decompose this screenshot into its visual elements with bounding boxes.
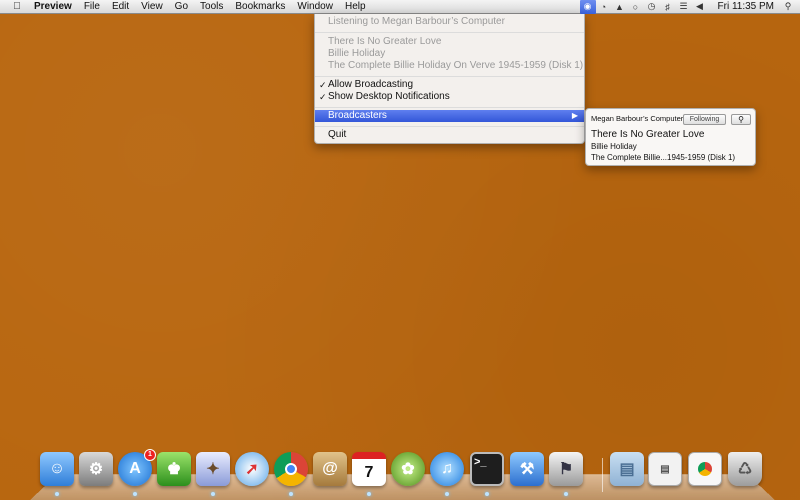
chrome-window-stack-icon[interactable] [688,452,722,486]
system-preferences-icon[interactable]: ⚙ [79,452,113,486]
terminal-icon[interactable]: >_ [470,452,504,486]
menu-now-playing-album: The Complete Billie Holiday On Verve 194… [328,60,584,71]
menu-quit[interactable]: Quit [315,129,584,141]
menu-window[interactable]: Window [291,0,339,14]
broadcaster-artist: Billie Holiday [591,142,637,151]
clock-sync-icon[interactable]: ◔ [596,0,612,14]
status-icons: ◉ ◔ ▲ ○ ◷ ♯ ☰ ◀ [579,0,708,14]
menu-bookmarks[interactable]: Bookmarks [229,0,291,14]
hops-app-icon[interactable]: ✿ [391,452,425,486]
calendar-icon[interactable]: 7 [352,452,386,486]
documents-folder-icon[interactable]: ▤ [610,452,644,486]
submenu-arrow-icon: ▶ [571,111,578,120]
time-machine-icon[interactable]: ◷ [644,0,660,14]
menu-help[interactable]: Help [339,0,372,14]
menu-broadcasters[interactable]: Broadcasters ▶ [315,110,584,122]
menu-show-notifications[interactable]: ✓ Show Desktop Notifications [315,91,584,103]
menu-now-playing-song: There Is No Greater Love [328,36,442,47]
menu-now-playing-artist: Billie Holiday [328,48,386,59]
broadcast-menu: Listening to Megan Barbour’s Computer Th… [314,14,585,144]
app-store-icon[interactable]: A 1 [118,449,156,486]
menu-separator [315,76,584,77]
xcode-icon[interactable]: ⚒ [510,452,544,486]
menu-file[interactable]: File [78,0,106,14]
running-indicator [485,492,489,496]
safari-icon[interactable]: ➚ [235,452,269,486]
menu-separator [315,126,584,127]
circle-icon[interactable]: ○ [628,0,644,14]
menu-clock[interactable]: Fri 11:35 PM [712,1,781,12]
app-store-badge: 1 [144,449,156,461]
apple-icon[interactable]:  [6,1,28,12]
search-icon[interactable]: ⚲ [731,114,751,125]
itunes-icon[interactable]: ♫ [430,452,464,486]
broadcaster-song: There Is No Greater Love [591,129,705,140]
menu-edit[interactable]: Edit [106,0,135,14]
mail-stamp-icon[interactable]: ✦ [196,452,230,486]
dock-separator [602,458,603,492]
running-indicator [564,492,568,496]
green-app-icon[interactable]: ♚ [157,452,191,486]
shield-icon[interactable]: ▲ [612,0,628,14]
trash-icon[interactable]: ♺ [728,452,762,486]
broadcasters-submenu: Megan Barbour’s Computer Following ⚲ The… [585,108,756,166]
running-indicator [445,492,449,496]
finder-icon[interactable]: ☺ [40,452,74,486]
checkmark-icon: ✓ [319,92,327,102]
menu-view[interactable]: View [135,0,169,14]
wifi-icon[interactable]: ☰ [676,0,692,14]
menu-allow-broadcasting[interactable]: ✓ Allow Broadcasting [315,79,584,91]
menu-broadcasters-label: Broadcasters [328,110,387,121]
running-indicator [289,492,293,496]
broadcast-icon[interactable]: ◉ [579,0,596,14]
chrome-icon[interactable] [274,452,308,486]
address-book-icon[interactable]: @ [313,452,347,486]
menu-listening-header: Listening to Megan Barbour’s Computer [328,16,505,27]
menu-go[interactable]: Go [169,0,194,14]
running-indicator [133,492,137,496]
broadcaster-album: The Complete Billie...1945-1959 (Disk 1) [591,153,736,162]
checkmark-icon: ✓ [319,80,327,90]
calendar-day: 7 [364,463,374,481]
running-indicator [55,492,59,496]
menu-separator [315,107,584,108]
bluetooth-icon[interactable]: ♯ [660,0,676,14]
dock: ☺ ⚙ A 1 ♚ ✦ ➚ @ 7 ✿ ♫ >_ ⚒ ⚑ ▤ ▤ ♺ [0,448,800,500]
spotlight-search-icon[interactable]: ⚲ [780,0,796,14]
screenshot-stack-icon[interactable]: ▤ [648,452,682,486]
menu-allow-broadcasting-label: Allow Broadcasting [328,79,414,90]
running-indicator [211,492,215,496]
menu-tools[interactable]: Tools [194,0,229,14]
menu-separator [315,32,584,33]
running-indicator [367,492,371,496]
menu-show-notifications-label: Show Desktop Notifications [328,91,450,102]
preview-icon[interactable]: ⚑ [549,452,583,486]
following-button[interactable]: Following [683,114,726,125]
broadcaster-computer-name: Megan Barbour’s Computer [591,114,684,123]
volume-icon[interactable]: ◀ [692,0,708,14]
menu-app-name[interactable]: Preview [28,0,78,14]
menu-bar:  Preview File Edit View Go Tools Bookma… [0,0,800,14]
